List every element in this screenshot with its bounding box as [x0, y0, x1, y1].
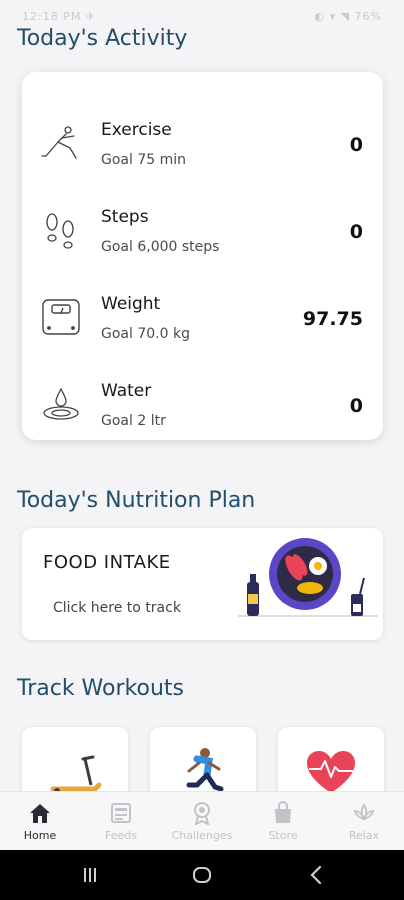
food-intake-subtitle: Click here to track: [53, 600, 181, 616]
activity-steps-goal: Goal 6,000 steps: [101, 239, 220, 255]
lotus-icon: [353, 803, 375, 821]
nav-home[interactable]: Home: [0, 792, 80, 850]
scale-icon: [42, 299, 80, 335]
water-drop-icon: [43, 387, 79, 420]
nav-home-label: Home: [23, 829, 57, 842]
medal-icon: [194, 802, 210, 825]
activity-weight-value: 97.75: [302, 308, 363, 330]
nav-relax[interactable]: Relax: [324, 792, 404, 850]
home-circle-icon[interactable]: [172, 850, 232, 900]
activity-section-title: Today's Activity: [17, 26, 188, 51]
workouts-section-title: Track Workouts: [17, 676, 184, 701]
back-icon[interactable]: [286, 850, 346, 900]
feeds-icon: [111, 803, 131, 823]
activity-row-exercise[interactable]: Exercise Goal 75 min 0: [22, 100, 383, 187]
activity-row-water[interactable]: Water Goal 2 ltr 0: [22, 361, 383, 448]
footsteps-icon: [46, 213, 74, 249]
food-intake-title: FOOD INTAKE: [43, 552, 171, 573]
activity-water-label: Water: [101, 381, 152, 401]
status-indicators: ◐ ▾ ◥ 76%: [314, 10, 382, 23]
exercise-icon: [41, 126, 77, 159]
nav-store[interactable]: Store: [243, 792, 323, 850]
activity-row-weight[interactable]: Weight Goal 70.0 kg 97.75: [22, 274, 383, 361]
home-icon: [30, 804, 50, 823]
nav-relax-label: Relax: [348, 829, 380, 842]
nutrition-section-title: Today's Nutrition Plan: [17, 488, 256, 513]
bottom-navigation: Home Feeds Challenges Store Relax: [0, 791, 404, 850]
shopping-bag-icon: [275, 801, 291, 823]
food-intake-card[interactable]: FOOD INTAKE Click here to track: [22, 528, 383, 640]
activity-weight-label: Weight: [101, 294, 161, 314]
nav-challenges-label: Challenges: [171, 829, 233, 842]
food-plate-illustration: [238, 538, 378, 617]
status-time: 12:18 PM ✈: [22, 10, 97, 23]
system-navigation-bar: [0, 850, 404, 900]
activity-exercise-value: 0: [349, 134, 363, 156]
activity-water-goal: Goal 2 ltr: [101, 413, 166, 429]
activity-water-value: 0: [349, 395, 363, 417]
activity-exercise-label: Exercise: [101, 120, 172, 140]
nav-feeds[interactable]: Feeds: [81, 792, 161, 850]
activity-weight-goal: Goal 70.0 kg: [101, 326, 190, 342]
recent-apps-icon[interactable]: [60, 850, 120, 900]
activity-exercise-goal: Goal 75 min: [101, 152, 186, 168]
nav-store-label: Store: [268, 829, 298, 842]
activity-steps-label: Steps: [101, 207, 149, 227]
activity-row-steps[interactable]: Steps Goal 6,000 steps 0: [22, 187, 383, 274]
nav-challenges[interactable]: Challenges: [162, 792, 242, 850]
activity-card: Exercise Goal 75 min 0 Steps Goal 6,000 …: [22, 72, 383, 440]
activity-steps-value: 0: [349, 221, 363, 243]
nav-feeds-label: Feeds: [105, 829, 137, 842]
